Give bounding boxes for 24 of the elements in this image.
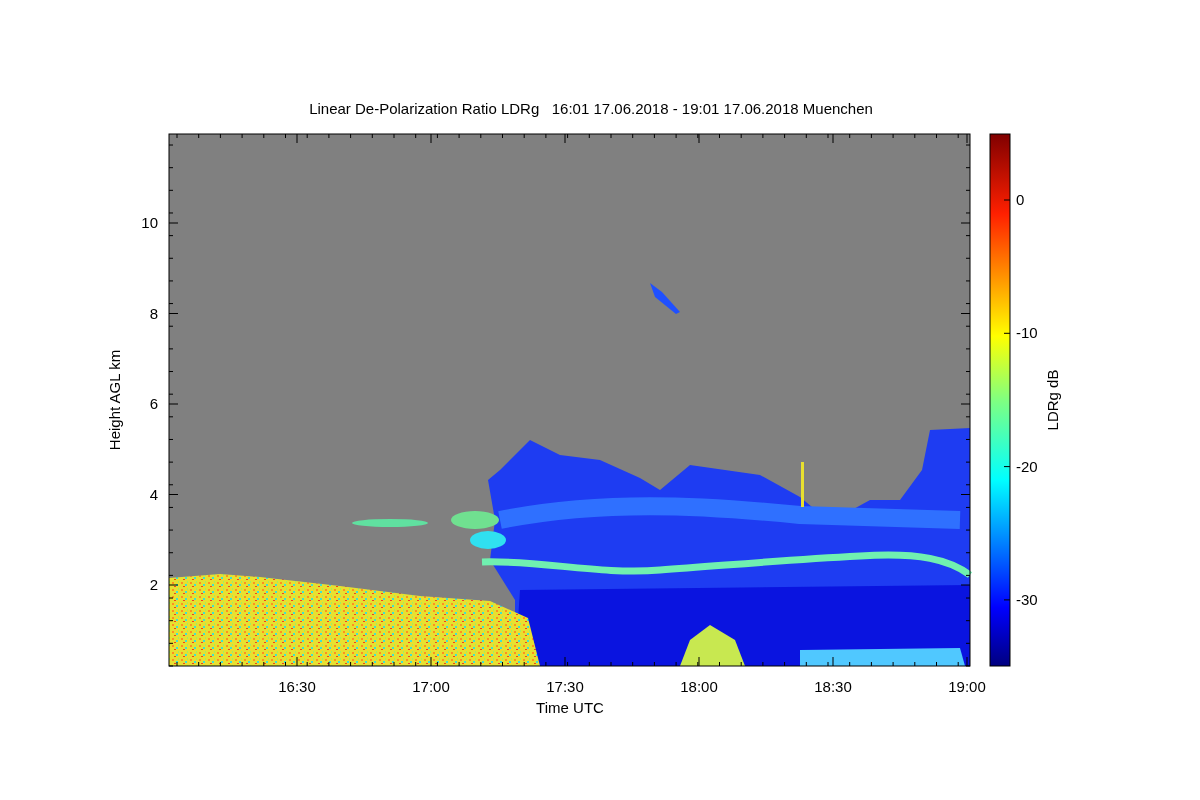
cloud-patch [470,531,506,549]
colorbar-tick-label: -10 [1016,324,1038,342]
y-tick-label: 2 [149,576,158,593]
y-tick-label: 4 [149,485,158,503]
x-axis-label: Time UTC [536,699,604,716]
x-tick-label: 18:30 [814,678,852,695]
rain-patch [680,625,745,666]
x-tick-label: 19:00 [948,678,986,695]
colorbar-tick-label: -20 [1016,457,1038,475]
cloud-streak [801,462,804,507]
y-axis-label: Height AGL km [106,349,123,451]
x-tick-label: 17:00 [412,678,450,695]
y-tick-label: 6 [149,395,158,412]
cloud-patch [451,511,499,529]
colorbar-tick-label: 0 [1016,191,1025,208]
cirrus-patch [650,283,680,314]
colorbar-tick-label: -30 [1016,590,1038,608]
x-tick-label: 18:00 [680,678,718,695]
y-tick-label: 8 [149,304,158,322]
chart-title: Linear De-Polarization Ratio LDRg 16:01 17.06.2018 - 19:01 17.06.2018 Muenchen [309,100,873,117]
colorbar-label: LDRg dB [1044,369,1061,431]
x-tick-label: 17:30 [546,678,584,695]
y-tick-label: 10 [141,214,158,231]
x-tick-label: 16:30 [278,678,316,695]
